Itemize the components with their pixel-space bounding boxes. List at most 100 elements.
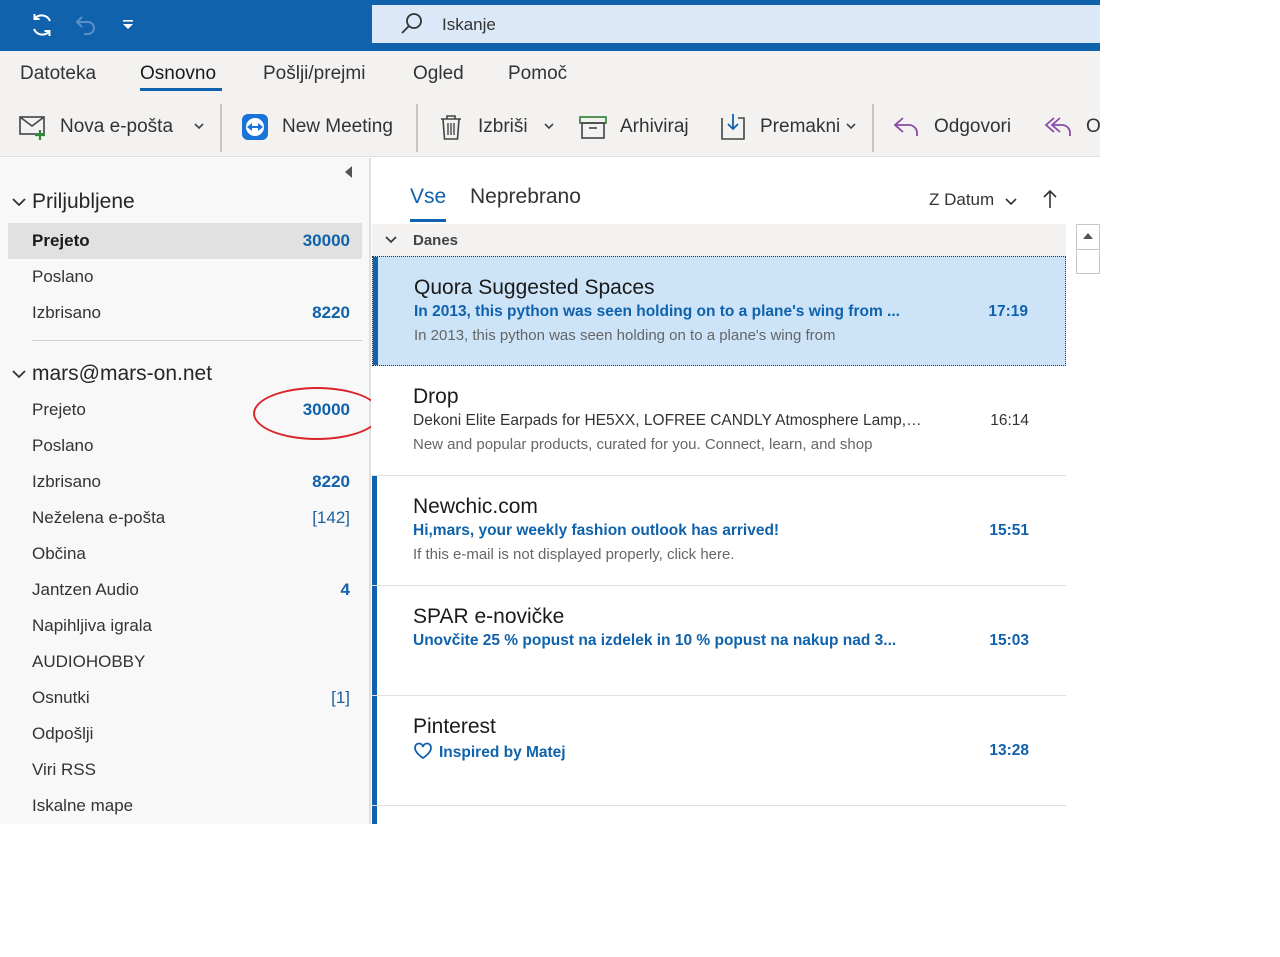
- scrollbar[interactable]: [1076, 224, 1100, 274]
- new-email-dropdown-icon[interactable]: [192, 119, 206, 133]
- delete-label: Izbriši: [478, 116, 528, 137]
- message-sender: Quora Suggested Spaces: [414, 276, 655, 299]
- favorites-title: Priljubljene: [32, 190, 135, 213]
- account-title: mars@mars-on.net: [32, 362, 213, 385]
- folder-name: Jantzen Audio: [32, 580, 139, 599]
- message-preview: If this e-mail is not displayed properly…: [413, 546, 735, 563]
- scroll-up-icon[interactable]: [1082, 231, 1094, 241]
- title-bar: Iskanje: [0, 0, 1100, 51]
- unread-indicator: [372, 586, 377, 696]
- reply-all-icon: [1044, 112, 1074, 142]
- account-item-jantzen-audio[interactable]: Jantzen Audio 4: [8, 572, 362, 608]
- tab-send-receive[interactable]: Pošlji/prejmi: [263, 63, 365, 85]
- message-time: 16:14: [990, 412, 1029, 429]
- active-view-indicator: [410, 219, 446, 222]
- delete-button[interactable]: Izbriši: [436, 111, 528, 143]
- message-subject: Unovčite 25 % popust na izdelek in 10 % …: [413, 632, 897, 649]
- account-item-audiohobby[interactable]: AUDIOHOBBY: [8, 644, 362, 680]
- account-item-deleted[interactable]: Izbrisano 8220: [8, 464, 362, 500]
- favorites-header[interactable]: Priljubljene: [10, 190, 135, 214]
- reply-all-label: O: [1086, 116, 1100, 137]
- new-meeting-button[interactable]: New Meeting: [240, 111, 393, 143]
- favorites-item-sent[interactable]: Poslano: [8, 259, 362, 295]
- sync-icon[interactable]: [27, 10, 57, 40]
- message-item[interactable]: SPAR e-novičke Unovčite 25 % popust na i…: [372, 586, 1066, 696]
- archive-label: Arhiviraj: [620, 116, 689, 137]
- delete-dropdown-icon[interactable]: [542, 119, 556, 133]
- sort-by-date[interactable]: Z Datum: [929, 190, 994, 210]
- unread-indicator: [372, 806, 377, 824]
- account-item-drafts[interactable]: Osnutki [1]: [8, 680, 362, 716]
- folder-name: Izbrisano: [32, 472, 101, 491]
- toolbar-separator: [416, 104, 418, 152]
- message-item[interactable]: Newchic.com Hi,mars, your weekly fashion…: [372, 476, 1066, 586]
- new-email-button[interactable]: Nova e-pošta: [18, 111, 173, 143]
- reply-button[interactable]: Odgovori: [892, 111, 1011, 143]
- message-sender: Drop: [413, 385, 459, 408]
- message-subject: In 2013, this python was seen holding on…: [414, 303, 900, 320]
- move-label: Premakni: [760, 116, 841, 137]
- customize-quick-access-icon[interactable]: [113, 10, 143, 40]
- search-box[interactable]: Iskanje: [372, 5, 1100, 43]
- tab-unread[interactable]: Neprebrano: [470, 185, 581, 209]
- message-time: 15:03: [989, 632, 1029, 649]
- folder-name: Viri RSS: [32, 760, 96, 779]
- tab-home[interactable]: Osnovno: [140, 63, 216, 85]
- account-item-search-folders[interactable]: Iskalne mape: [8, 788, 362, 824]
- folder-name: Izbrisano: [32, 303, 101, 322]
- new-meeting-label: New Meeting: [282, 116, 393, 137]
- chevron-down-icon: [385, 236, 397, 244]
- account-item-napihljiva-igrala[interactable]: Napihljiva igrala: [8, 608, 362, 644]
- reply-all-button[interactable]: O: [1044, 111, 1100, 143]
- group-header-today[interactable]: Danes: [372, 224, 1066, 256]
- account-item-junk[interactable]: Neželena e-pošta [142]: [8, 500, 362, 536]
- message-time: 17:19: [988, 303, 1028, 320]
- message-item[interactable]: Quora Suggested Spaces In 2013, this pyt…: [372, 256, 1066, 366]
- account-header[interactable]: mars@mars-on.net: [10, 362, 212, 386]
- folder-divider: [32, 340, 362, 341]
- unread-indicator: [372, 696, 377, 806]
- undo-icon[interactable]: [70, 10, 100, 40]
- folder-name: Prejeto: [32, 400, 86, 419]
- tab-all[interactable]: Vse: [410, 185, 446, 209]
- move-icon: [718, 112, 748, 142]
- outlook-window: Iskanje Datoteka Osnovno Pošlji/prejmi O…: [0, 0, 1100, 824]
- unread-count: 30000: [302, 231, 350, 250]
- unread-count: 8220: [312, 472, 350, 491]
- message-item[interactable]: [372, 806, 1066, 824]
- heart-icon: [414, 742, 432, 760]
- toolbar-separator: [872, 104, 874, 152]
- trash-icon: [436, 112, 466, 142]
- archive-icon: [578, 112, 608, 142]
- chevron-down-icon[interactable]: [1004, 194, 1018, 208]
- archive-button[interactable]: Arhiviraj: [578, 111, 689, 143]
- folder-name: Napihljiva igrala: [32, 616, 153, 635]
- active-tab-indicator: [140, 88, 222, 91]
- move-dropdown-icon[interactable]: [844, 119, 858, 133]
- account-item-rss-feeds[interactable]: Viri RSS: [8, 752, 362, 788]
- message-preview: New and popular products, curated for yo…: [413, 436, 873, 453]
- account-item-outbox[interactable]: Odpošlji: [8, 716, 362, 752]
- folder-name: Poslano: [32, 267, 94, 286]
- move-button[interactable]: Premakni: [718, 111, 840, 143]
- collapse-pane-icon[interactable]: [342, 165, 354, 179]
- tab-file[interactable]: Datoteka: [20, 63, 96, 85]
- sort-direction-icon[interactable]: [1041, 188, 1059, 210]
- new-email-label: Nova e-pošta: [60, 116, 174, 137]
- message-sender: Newchic.com: [413, 495, 538, 518]
- message-item[interactable]: Drop Dekoni Elite Earpads for HE5XX, LOF…: [372, 366, 1066, 476]
- account-item-obcina[interactable]: Občina: [8, 536, 362, 572]
- message-item[interactable]: Pinterest Inspired by Matej 13:28: [372, 696, 1066, 806]
- favorites-item-deleted[interactable]: Izbrisano 8220: [8, 295, 362, 331]
- folder-name: Prejeto: [32, 231, 90, 250]
- tab-help[interactable]: Pomoč: [508, 63, 567, 85]
- search-icon: [400, 12, 424, 36]
- message-time: 15:51: [989, 522, 1029, 539]
- favorites-item-inbox[interactable]: Prejeto 30000: [8, 223, 362, 259]
- message-subject: Hi,mars, your weekly fashion outlook has…: [413, 522, 780, 539]
- chevron-down-icon: [12, 370, 26, 379]
- reply-label: Odgovori: [934, 116, 1012, 137]
- tab-view[interactable]: Ogled: [413, 63, 464, 85]
- toolbar-separator: [220, 104, 222, 152]
- folder-name: AUDIOHOBBY: [32, 652, 146, 671]
